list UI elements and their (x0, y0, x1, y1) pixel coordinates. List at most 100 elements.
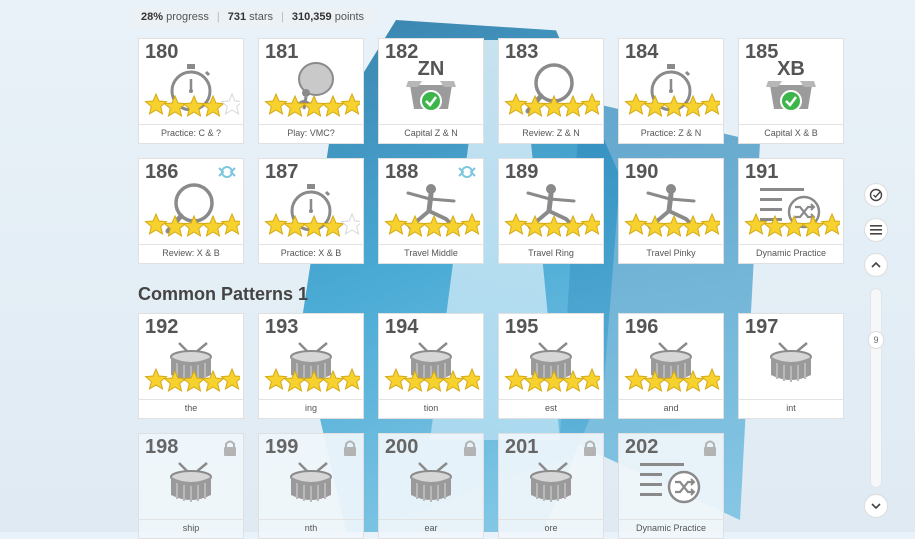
star-icon (643, 369, 667, 392)
star-icon (700, 212, 724, 235)
scroll-down-button[interactable] (864, 494, 888, 518)
lesson-tile-194[interactable]: 194 tion (378, 313, 484, 419)
progress-value: 28% (141, 11, 164, 23)
star-rating (264, 367, 364, 393)
section-title: Common Patterns 1 (138, 284, 309, 304)
scroll-track[interactable] (870, 288, 882, 488)
hamburger-icon (870, 225, 882, 235)
star-icon (321, 94, 345, 117)
lesson-label: Dynamic Practice (619, 519, 723, 538)
stars-value: 731 (227, 11, 247, 23)
lesson-label: Travel Pinky (619, 244, 723, 263)
star-icon (340, 367, 364, 390)
star-icon (624, 92, 648, 115)
star-icon (460, 212, 484, 235)
star-icon (264, 367, 288, 390)
stars-label: stars (249, 11, 274, 23)
star-icon (662, 214, 686, 237)
star-icon (523, 369, 547, 392)
lesson-tile-193[interactable]: 193 ing (258, 313, 364, 419)
star-rating (384, 212, 484, 238)
lesson-tile-197[interactable]: 197 int (738, 313, 844, 419)
star-rating (144, 92, 244, 118)
star-icon (561, 369, 585, 392)
star-icon (700, 92, 724, 115)
lesson-tile-199: 199 nth (258, 433, 364, 539)
lesson-tile-192[interactable]: 192 the (138, 313, 244, 419)
star-icon (264, 92, 288, 115)
star-rating (144, 212, 244, 238)
star-icon (182, 214, 206, 237)
lock-icon (343, 440, 357, 461)
lesson-tile-195[interactable]: 195 est (498, 313, 604, 419)
drum-icon (139, 454, 243, 512)
star-icon (504, 92, 528, 115)
lesson-tile-188[interactable]: 188 Travel Middle (378, 158, 484, 264)
lesson-tile-186[interactable]: 186 Review: X & B (138, 158, 244, 264)
star-icon (403, 369, 427, 392)
lesson-tile-191[interactable]: 191 Dynamic Practice (738, 158, 844, 264)
star-rating (624, 92, 724, 118)
star-icon (403, 214, 427, 237)
star-icon (182, 94, 206, 117)
drum-icon (739, 334, 843, 392)
star-icon (182, 369, 206, 392)
lesson-label: Review: X & B (139, 244, 243, 263)
star-icon (580, 92, 604, 115)
star-rating (144, 367, 244, 393)
lesson-tile-190[interactable]: 190 Travel Pinky (618, 158, 724, 264)
star-icon (144, 92, 168, 115)
scroll-thumb[interactable]: 9 (868, 331, 884, 349)
lesson-tile-187[interactable]: 187 Practice: X & B (258, 158, 364, 264)
stats-bar: 28% progress | 731 stars | 310,359 point… (131, 7, 375, 27)
star-icon (542, 369, 566, 392)
star-rating (624, 367, 724, 393)
star-rating (264, 92, 364, 118)
star-icon (422, 369, 446, 392)
star-icon (643, 214, 667, 237)
lesson-label: Capital X & B (739, 124, 843, 143)
lesson-label: Travel Middle (379, 244, 483, 263)
star-icon (561, 214, 585, 237)
star-icon (460, 367, 484, 390)
scroll-up-button[interactable] (864, 253, 888, 277)
lesson-label: Capital Z & N (379, 124, 483, 143)
lesson-tile-184[interactable]: 184 Practice: Z & N (618, 38, 724, 144)
lesson-label: Practice: Z & N (619, 124, 723, 143)
check-circle-icon (869, 188, 883, 202)
star-rating (264, 212, 364, 238)
medal-icon (457, 165, 477, 184)
lesson-tile-189[interactable]: 189 Travel Ring (498, 158, 604, 264)
star-icon (542, 214, 566, 237)
lesson-label: est (499, 399, 603, 418)
lesson-tile-180[interactable]: 180 Practice: C & ? (138, 38, 244, 144)
star-rating (504, 212, 604, 238)
lesson-tile-183[interactable]: 183 Review: Z & N (498, 38, 604, 144)
star-icon (283, 94, 307, 117)
lesson-label: tion (379, 399, 483, 418)
lesson-tile-181[interactable]: 181 Play: VMC? (258, 38, 364, 144)
check-list-button[interactable] (864, 183, 888, 207)
box-check-icon: ZN (379, 59, 483, 117)
star-icon (163, 214, 187, 237)
star-icon (163, 369, 187, 392)
lesson-tile-182[interactable]: 182 ZN Capital Z & N (378, 38, 484, 144)
lesson-tile-196[interactable]: 196 and (618, 313, 724, 419)
menu-button[interactable] (864, 218, 888, 242)
star-icon (163, 94, 187, 117)
lesson-tile-185[interactable]: 185 XB Capital X & B (738, 38, 844, 144)
star-icon (302, 214, 326, 237)
star-rating (504, 367, 604, 393)
star-icon (144, 212, 168, 235)
star-icon (264, 212, 288, 235)
star-icon (384, 367, 408, 390)
star-icon (504, 367, 528, 390)
star-icon (763, 214, 787, 237)
drum-icon (259, 454, 363, 512)
star-icon (561, 94, 585, 117)
lesson-label: Practice: X & B (259, 244, 363, 263)
star-icon (220, 92, 244, 115)
star-icon (782, 214, 806, 237)
star-icon (801, 214, 825, 237)
star-icon (744, 212, 768, 235)
